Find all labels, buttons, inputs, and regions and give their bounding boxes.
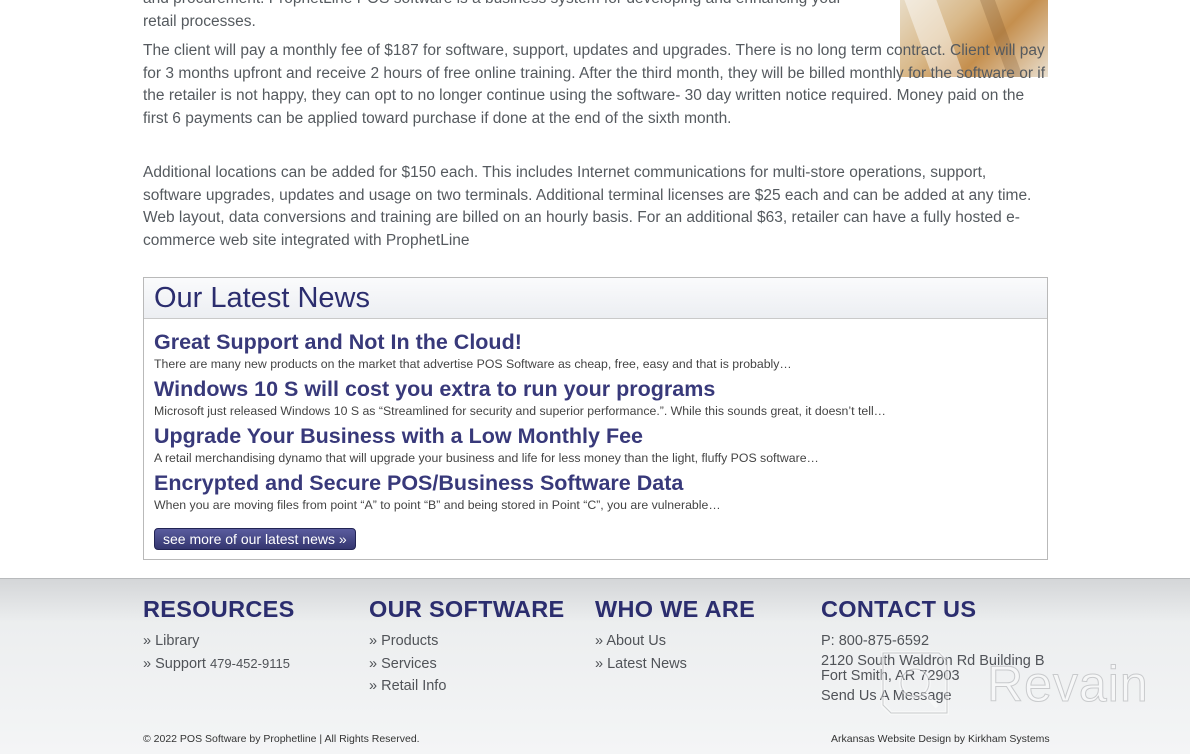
footer-software: OUR SOFTWARE » Products » Services » Ret… — [369, 596, 565, 698]
bullet-icon: » — [369, 655, 378, 672]
news-item-excerpt: A retail merchandising dynamo that will … — [154, 451, 819, 465]
footer-heading-contact: CONTACT US — [821, 596, 977, 622]
contact-address-line-1: 2120 South Waldron Rd Building B — [821, 652, 1045, 669]
footer-link-retail-info[interactable]: » Retail Info — [369, 675, 565, 698]
footer-link-latest-news[interactable]: » Latest News — [595, 653, 755, 676]
footer-link-services[interactable]: » Services — [369, 653, 565, 676]
footer-link-label: Products — [381, 633, 439, 649]
footer-link-label: Latest News — [607, 655, 687, 672]
intro-paragraph-3: Additional locations can be added for $1… — [143, 164, 1032, 250]
main-content: and procurement. ProphetLine POS softwar… — [0, 0, 1190, 578]
bullet-icon: » — [595, 633, 604, 649]
bullet-icon: » — [369, 633, 378, 649]
news-header: Our Latest News — [144, 278, 1047, 319]
footer-link-library[interactable]: » Library — [143, 630, 295, 653]
copyright: © 2022 POS Software by Prophetline | All… — [143, 733, 420, 745]
footer-link-about-us[interactable]: » About Us — [595, 630, 755, 653]
news-item[interactable]: Great Support and Not In the Cloud! Ther… — [154, 329, 792, 371]
credit-link[interactable]: Arkansas Website Design — [831, 733, 951, 745]
footer-link-label: About Us — [606, 633, 666, 649]
footer-link-products[interactable]: » Products — [369, 630, 565, 653]
bullet-icon: » — [143, 655, 152, 672]
credit-by: by — [953, 733, 966, 745]
see-more-news-button[interactable]: see more of our latest news » — [154, 528, 356, 550]
contact-address-line-2: Fort Smith, AR 72903 — [821, 667, 960, 684]
footer-contact: CONTACT US P: 800-875-6592 2120 South Wa… — [821, 596, 1045, 707]
news-item[interactable]: Encrypted and Secure POS/Business Softwa… — [154, 470, 721, 512]
site-credit: Arkansas Website Design by Kirkham Syste… — [831, 733, 1050, 745]
news-item-title[interactable]: Encrypted and Secure POS/Business Softwa… — [154, 470, 721, 496]
bullet-icon: » — [369, 678, 378, 695]
footer-resources: RESOURCES » Library » Support 479-452-91… — [143, 596, 295, 675]
support-phone: 479-452-9115 — [209, 655, 290, 671]
intro-paragraph-2: The client will pay a monthly fee of $18… — [143, 42, 1046, 128]
bullet-icon: » — [143, 633, 152, 649]
news-item-title[interactable]: Upgrade Your Business with a Low Monthly… — [154, 423, 819, 449]
footer-link-label: Library — [155, 633, 200, 649]
news-item-excerpt: When you are moving files from point “A”… — [154, 498, 721, 512]
bullet-icon: » — [595, 655, 604, 672]
footer-who-we-are: WHO WE ARE » About Us » Latest News — [595, 596, 755, 675]
footer-heading-who: WHO WE ARE — [595, 596, 756, 622]
footer-heading-software: OUR SOFTWARE — [369, 596, 565, 622]
latest-news-box: Our Latest News Great Support and Not In… — [143, 277, 1048, 560]
footer-link-label: Services — [381, 655, 437, 672]
news-item-title[interactable]: Windows 10 S will cost you extra to run … — [154, 376, 886, 402]
news-title: Our Latest News — [154, 282, 370, 314]
credit-company-link[interactable]: Kirkham Systems — [968, 733, 1050, 745]
send-message-link[interactable]: Send Us A Message — [821, 685, 1045, 708]
footer: RESOURCES » Library » Support 479-452-91… — [0, 578, 1190, 754]
news-item-title[interactable]: Great Support and Not In the Cloud! — [154, 329, 792, 355]
footer-link-support[interactable]: » Support 479-452-9115 — [143, 653, 295, 676]
news-item[interactable]: Upgrade Your Business with a Low Monthly… — [154, 423, 819, 465]
intro-paragraph-1: and procurement. ProphetLine POS softwar… — [143, 0, 842, 30]
contact-phone: P: 800-875-6592 — [821, 633, 930, 649]
news-item-excerpt: There are many new products on the marke… — [154, 357, 792, 371]
footer-link-label: Support — [155, 655, 206, 672]
footer-link-label: Retail Info — [381, 678, 447, 695]
footer-heading-resources: RESOURCES — [143, 596, 295, 622]
news-item-excerpt: Microsoft just released Windows 10 S as … — [154, 404, 886, 418]
news-item[interactable]: Windows 10 S will cost you extra to run … — [154, 376, 886, 418]
